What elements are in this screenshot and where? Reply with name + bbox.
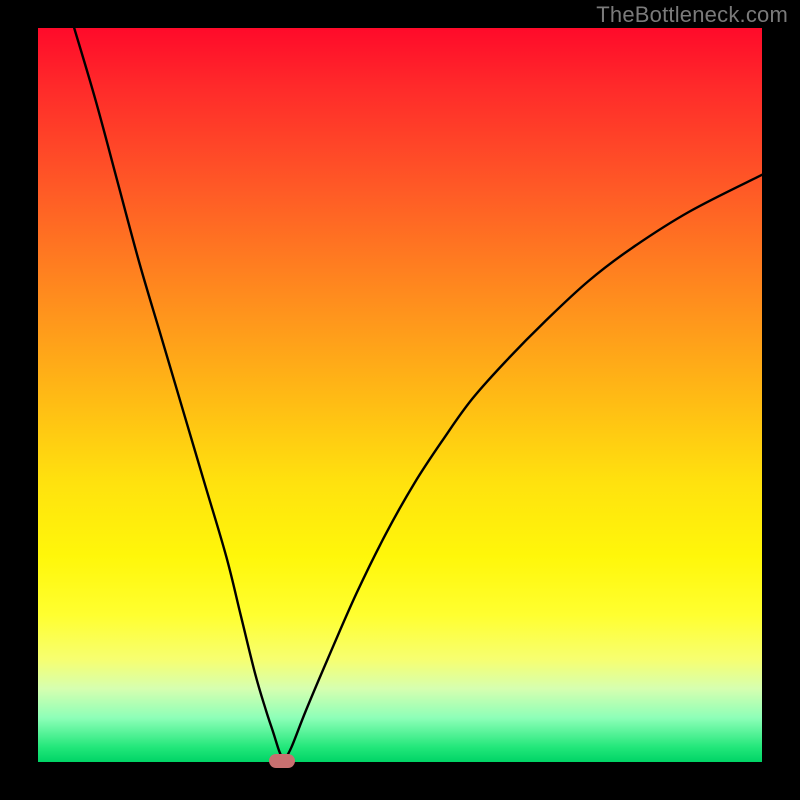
bottleneck-curve (74, 28, 762, 761)
chart-frame: TheBottleneck.com (0, 0, 800, 800)
plot-area (38, 28, 762, 762)
minimum-marker (269, 754, 295, 768)
curve-svg (38, 28, 762, 762)
watermark-text: TheBottleneck.com (596, 2, 788, 28)
